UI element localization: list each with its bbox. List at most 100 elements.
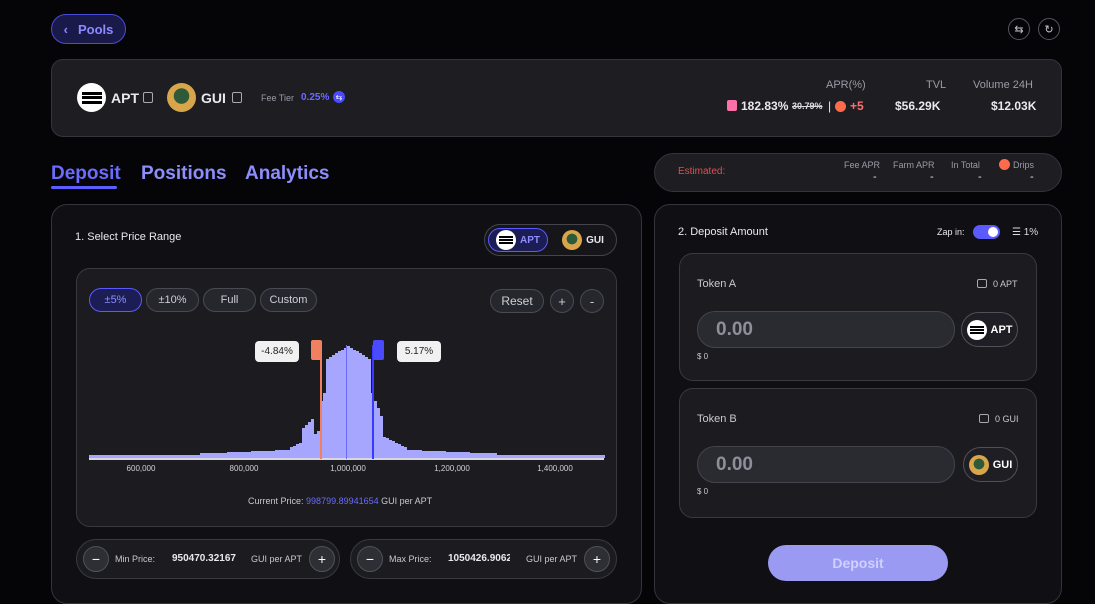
volume-value: $12.03K (991, 99, 1037, 113)
min-range-line (320, 345, 322, 459)
apr-value: 182.83% (741, 99, 789, 113)
token-a-symbol-label: APT (990, 323, 1013, 336)
min-price-unit: GUI per APT (251, 554, 303, 564)
back-label: Pools (77, 21, 114, 37)
x-tick: 600,000 (126, 464, 156, 473)
copy-icon[interactable] (143, 92, 153, 103)
fee-info-icon: ⇆ (333, 91, 345, 103)
farm-apr-label: Farm APR (893, 160, 935, 170)
volume-label: Volume 24H (973, 79, 1033, 91)
token-b-symbol: GUI (201, 90, 226, 106)
token-a-balance: 0 APT (993, 279, 1018, 289)
x-tick: 1,400,000 (537, 464, 573, 473)
max-range-handle[interactable] (373, 340, 384, 360)
chevron-left-icon: ‹ (63, 21, 68, 37)
zoom-out-button[interactable]: - (580, 289, 604, 313)
current-price-label: Current Price: (248, 496, 304, 506)
price-range-title: 1. Select Price Range (75, 231, 182, 243)
tab-analytics[interactable]: Analytics (245, 163, 329, 185)
current-price-unit: GUI per APT (381, 496, 433, 506)
apt-logo-icon (966, 319, 987, 340)
apt-logo-icon (77, 83, 106, 112)
min-price-decrease-button[interactable]: − (83, 546, 109, 572)
gift-icon (727, 100, 737, 111)
zap-in-toggle[interactable] (973, 225, 1000, 239)
toggle-apt-button[interactable]: APT (488, 228, 548, 252)
token-b-symbol-label: GUI (992, 458, 1013, 471)
gui-logo-icon (968, 454, 989, 475)
max-price-input[interactable]: 1050426.9062 (448, 553, 510, 564)
min-percent-tag: -4.84% (255, 341, 299, 362)
apr-bonus: +5 (850, 99, 864, 113)
back-to-pools-button[interactable]: ‹ Pools (51, 14, 126, 44)
toggle-apt-label: APT (520, 234, 540, 246)
token-a-usd: $ 0 (697, 352, 709, 361)
gui-logo-icon (562, 230, 583, 250)
copy-icon[interactable] (232, 92, 242, 103)
active-tab-indicator (51, 186, 117, 189)
slippage-setting[interactable]: ☰ 1% (1012, 227, 1038, 238)
in-total-value: - (978, 171, 982, 183)
gui-logo-icon (167, 83, 196, 112)
preset-custom-button[interactable]: Custom (260, 288, 317, 312)
token-a-amount-input[interactable]: 0.00 (697, 311, 955, 348)
min-range-handle[interactable] (311, 340, 322, 360)
token-a-label: Token A (697, 278, 737, 290)
drips-value: - (1030, 171, 1034, 183)
drips-label: Drips (1013, 160, 1035, 170)
tvl-value: $56.29K (895, 99, 941, 113)
tab-positions[interactable]: Positions (141, 163, 227, 185)
current-price-value: 998799.89941654 (306, 496, 379, 506)
fee-apr-value: - (873, 171, 877, 183)
estimated-label: Estimated: (678, 166, 726, 177)
toggle-gui-button[interactable]: GUI (553, 228, 613, 252)
max-price-increase-button[interactable]: + (584, 546, 610, 572)
toggle-gui-label: GUI (586, 234, 604, 246)
slippage-value: 1% (1023, 227, 1039, 238)
fee-tier-value: 0.25% (301, 92, 330, 103)
current-price-row: Current Price: 998799.89941654 GUI per A… (248, 496, 432, 506)
drip-icon (835, 101, 846, 112)
x-tick: 800,000 (229, 464, 259, 473)
apt-logo-icon (496, 230, 516, 250)
zap-in-label: Zap in: (937, 227, 965, 237)
wallet-icon (979, 414, 989, 423)
wallet-icon (977, 279, 987, 288)
token-a-select-button[interactable]: APT (961, 312, 1018, 347)
max-range-line (372, 345, 374, 459)
token-b-label: Token B (697, 413, 737, 425)
preset-5-button[interactable]: ±5% (89, 288, 142, 312)
apr-old-value: 30.79% (792, 101, 823, 111)
zoom-in-button[interactable]: + (550, 289, 574, 313)
max-price-unit: GUI per APT (526, 554, 578, 564)
in-total-label: In Total (951, 160, 980, 170)
min-price-input[interactable]: 950470.32167 (172, 553, 236, 564)
token-b-balance: 0 GUI (995, 414, 1019, 424)
deposit-submit-button[interactable]: Deposit (768, 545, 948, 581)
max-price-decrease-button[interactable]: − (357, 546, 383, 572)
max-price-label: Max Price: (389, 554, 432, 564)
fee-apr-label: Fee APR (844, 160, 881, 170)
swap-icon[interactable]: ⇆ (1008, 18, 1030, 40)
max-percent-tag: 5.17% (397, 341, 441, 362)
token-b-select-button[interactable]: GUI (963, 447, 1018, 482)
token-b-amount-input[interactable]: 0.00 (697, 446, 955, 483)
preset-full-button[interactable]: Full (203, 288, 256, 312)
min-price-increase-button[interactable]: + (309, 546, 335, 572)
min-price-label: Min Price: (115, 554, 156, 564)
apr-label: APR(%) (826, 79, 866, 91)
x-tick: 1,200,000 (434, 464, 470, 473)
fee-tier-label: Fee Tier (261, 93, 295, 103)
current-price-line (346, 345, 347, 459)
refresh-icon[interactable]: ↻ (1038, 18, 1060, 40)
reset-button[interactable]: Reset (490, 289, 544, 313)
x-tick: 1,000,000 (330, 464, 366, 473)
tvl-label: TVL (926, 79, 947, 91)
sliders-icon: ☰ (1012, 227, 1021, 238)
tab-deposit[interactable]: Deposit (51, 163, 121, 185)
apr-separator: | (828, 99, 832, 113)
farm-apr-value: - (930, 171, 934, 183)
token-b-usd: $ 0 (697, 487, 709, 496)
preset-10-button[interactable]: ±10% (146, 288, 199, 312)
drips-icon (999, 159, 1010, 170)
